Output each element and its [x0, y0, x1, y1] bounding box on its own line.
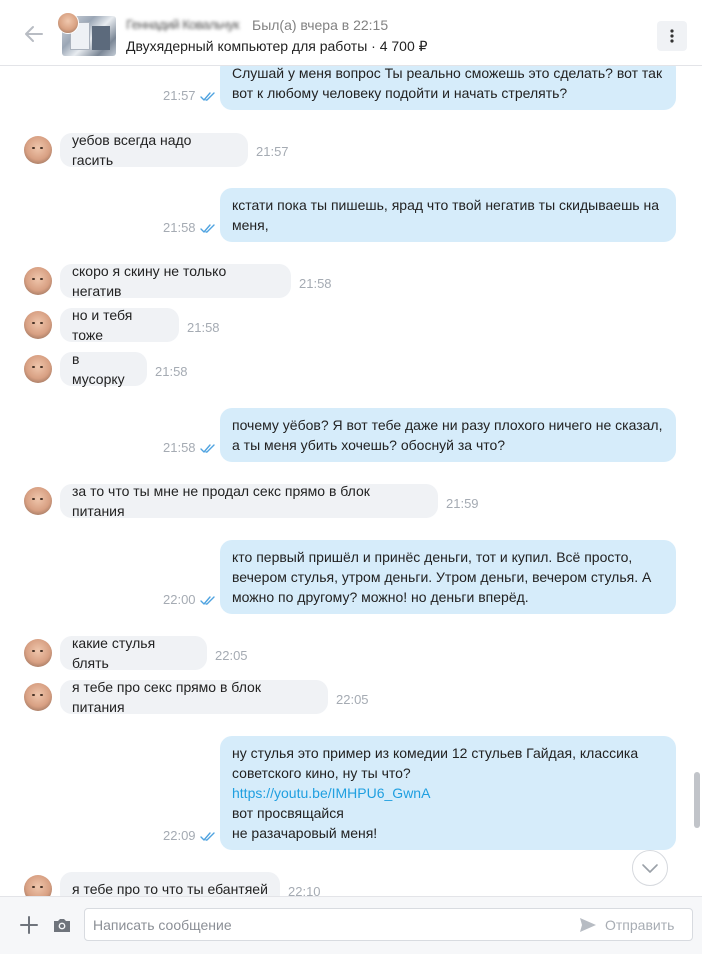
incoming-message-bubble[interactable]: какие стулья блять [60, 635, 207, 671]
incoming-message-bubble[interactable]: в мусорку [60, 351, 147, 387]
sender-avatar[interactable] [24, 311, 52, 339]
message-text-line: кстати пока ты пишешь, ярад что твой нег… [232, 197, 660, 213]
message-text: Слушай у меня вопрос Ты реально сможешь … [232, 60, 664, 103]
outgoing-message-bubble[interactable]: ну стулья это пример из комедии 12 стуль… [220, 736, 676, 850]
attach-button[interactable] [18, 914, 40, 936]
more-vertical-icon [670, 29, 674, 43]
contact-avatar[interactable] [57, 12, 79, 34]
send-button[interactable]: Отправить [579, 914, 674, 936]
message-timestamp: 21:58 [187, 320, 220, 335]
message-list[interactable]: Слушай у меня вопрос Ты реально сможешь … [0, 60, 690, 896]
message-text: но и тебя тоже [72, 307, 133, 343]
plus-icon [20, 916, 38, 934]
message-timestamp: 21:58 [299, 276, 332, 291]
sender-avatar[interactable] [24, 639, 52, 667]
message-text-line: меня, [232, 217, 269, 233]
outgoing-message-bubble[interactable]: кстати пока ты пишешь, ярад что твой нег… [220, 188, 676, 242]
message-timestamp: 22:05 [215, 648, 248, 663]
message-link[interactable]: https://youtu.be/IMHPU6_GwnA [232, 783, 664, 803]
message-text-line: ну стулья это пример из комедии 12 стуль… [232, 745, 639, 761]
chat-header: Геннадий Ковальчук Был(а) вчера в 22:15 … [0, 0, 702, 66]
outgoing-message-bubble[interactable]: Слушай у меня вопрос Ты реально сможешь … [220, 60, 676, 110]
message-text: ну стулья это пример из комедии 12 стуль… [232, 736, 664, 843]
message-text: кто первый пришёл и принёс деньги, тот и… [232, 540, 664, 607]
incoming-message-bubble[interactable]: я тебе про то что ты ебантяей [60, 872, 280, 896]
message-timestamp: 21:57 [163, 88, 196, 103]
scroll-to-bottom-button[interactable] [632, 850, 668, 886]
sender-avatar[interactable] [24, 487, 52, 515]
message-timestamp: 21:58 [163, 440, 196, 455]
double-check-icon [200, 92, 215, 101]
message-timestamp: 21:58 [155, 364, 188, 379]
incoming-message-bubble[interactable]: но и тебя тоже [60, 307, 179, 343]
message-input-wrapper: Отправить [84, 908, 693, 941]
message-timestamp: 22:09 [163, 828, 196, 843]
message-text-line: вот к любому человеку подойти и начать с… [232, 85, 568, 101]
sender-avatar[interactable] [24, 267, 52, 295]
photo-button[interactable] [52, 915, 72, 935]
message-text: скоро я скину не только негатив [72, 263, 227, 299]
message-text: почему уёбов? Я вот тебе даже ни разу пл… [232, 408, 664, 455]
send-label: Отправить [605, 917, 675, 933]
message-text: кстати пока ты пишешь, ярад что твой нег… [232, 188, 664, 235]
message-timestamp: 21:58 [163, 220, 196, 235]
double-check-icon [200, 832, 215, 841]
message-text: какие стулья блять [72, 635, 156, 671]
message-text-line: вот просвящайся [232, 805, 344, 821]
scrollbar-thumb[interactable] [694, 772, 700, 828]
double-check-icon [200, 224, 215, 233]
message-text-line: а ты меня убить хочешь? обоснуй за что? [232, 437, 506, 453]
message-text-line: советского кино, ну ты что? [232, 765, 411, 781]
more-options-button[interactable] [657, 21, 687, 51]
arrow-left-icon [25, 26, 43, 42]
double-check-icon [200, 444, 215, 453]
message-text: уебов всегда надо гасить [72, 132, 192, 168]
sender-avatar[interactable] [24, 683, 52, 711]
chevron-down-icon [642, 864, 658, 873]
camera-icon [54, 919, 70, 932]
message-timestamp: 22:10 [288, 884, 321, 896]
message-text: за то что ты мне не продал секс прямо в … [72, 483, 370, 519]
message-text-line: Слушай у меня вопрос Ты реально сможешь … [232, 65, 663, 81]
outgoing-message-bubble[interactable]: кто первый пришёл и принёс деньги, тот и… [220, 540, 676, 614]
message-timestamp: 22:00 [163, 592, 196, 607]
incoming-message-bubble[interactable]: уебов всегда надо гасить [60, 132, 248, 168]
incoming-message-bubble[interactable]: за то что ты мне не продал секс прямо в … [60, 483, 438, 519]
message-text-line: кто первый пришёл и принёс деньги, тот и… [232, 549, 633, 565]
message-timestamp: 22:05 [336, 692, 369, 707]
message-text-line: почему уёбов? Я вот тебе даже ни разу пл… [232, 417, 663, 433]
message-timestamp: 21:57 [256, 144, 289, 159]
sender-avatar[interactable] [24, 355, 52, 383]
sender-avatar[interactable] [24, 875, 52, 896]
message-timestamp: 21:59 [446, 496, 479, 511]
back-button[interactable] [22, 22, 46, 46]
double-check-icon [200, 596, 215, 605]
last-seen-status: Был(а) вчера в 22:15 [252, 17, 389, 33]
sender-avatar[interactable] [24, 136, 52, 164]
send-icon [580, 918, 596, 932]
incoming-message-bubble[interactable]: я тебе про секс прямо в блок питания [60, 679, 328, 715]
message-text: я тебе про секс прямо в блок питания [72, 679, 261, 715]
message-text-line: не разачаровый меня! [232, 825, 378, 841]
message-text: я тебе про то что ты ебантяей [72, 881, 268, 896]
message-text-line: вечером стулья, утром деньги. Утром день… [232, 569, 652, 585]
message-composer: Отправить [0, 896, 702, 954]
message-text-line: можно по другому? можно! но деньги вперё… [232, 589, 529, 605]
message-input[interactable] [93, 909, 573, 940]
message-text: в мусорку [72, 351, 125, 387]
product-title[interactable]: Двухядерный компьютер для работы · 4 700… [126, 38, 428, 55]
outgoing-message-bubble[interactable]: почему уёбов? Я вот тебе даже ни разу пл… [220, 408, 676, 462]
incoming-message-bubble[interactable]: скоро я скину не только негатив [60, 263, 291, 299]
contact-name[interactable]: Геннадий Ковальчук [126, 17, 239, 32]
